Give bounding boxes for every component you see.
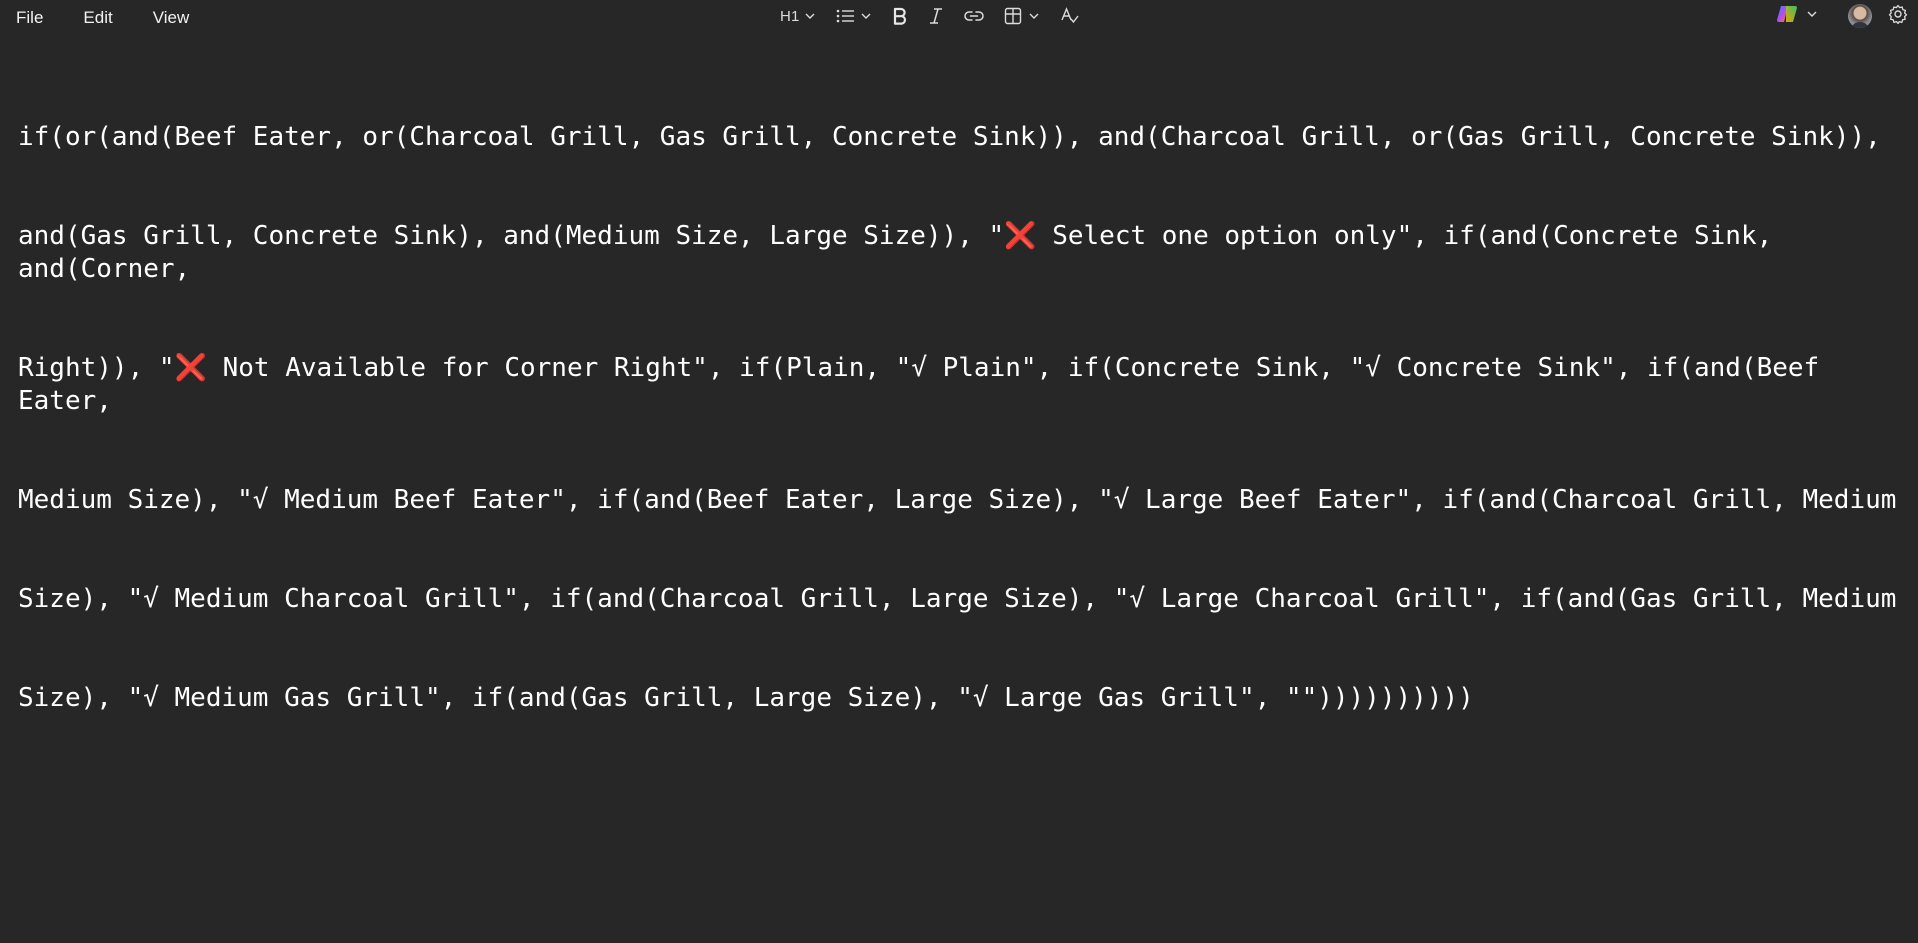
header-right: [1776, 0, 1908, 32]
editor-line: if(or(and(Beef Eater, or(Charcoal Grill,…: [18, 122, 1881, 152]
settings-icon: [1888, 4, 1908, 29]
heading-label: H1: [780, 7, 800, 25]
menu-edit[interactable]: Edit: [81, 6, 114, 30]
link-button[interactable]: [963, 2, 984, 30]
italic-button[interactable]: [928, 2, 944, 30]
editor-content[interactable]: if(or(and(Beef Eater, or(Charcoal Grill,…: [18, 55, 1898, 748]
list-dropdown[interactable]: [836, 2, 872, 30]
chevron-down-icon: [1806, 7, 1818, 25]
editor-line: Right)), "❌ Not Available for Corner Rig…: [18, 353, 1835, 416]
editor-line: and(Gas Grill, Concrete Sink), and(Mediu…: [18, 221, 1788, 284]
list-icon: [836, 8, 856, 24]
settings-button[interactable]: [1888, 4, 1908, 29]
menu-bar: File Edit View: [0, 0, 213, 36]
spellcheck-icon: [1060, 7, 1080, 25]
error-mark-icon: ❌: [1004, 221, 1037, 251]
italic-icon: [928, 7, 944, 25]
bold-button[interactable]: [892, 2, 908, 30]
editor-line: Medium Size), "√ Medium Beef Eater", if(…: [18, 485, 1897, 515]
editor-line: Size), "√ Medium Charcoal Grill", if(and…: [18, 584, 1897, 614]
bold-icon: [892, 7, 908, 25]
heading-dropdown[interactable]: H1: [780, 2, 816, 30]
editor-line: Size), "√ Medium Gas Grill", if(and(Gas …: [18, 683, 1474, 713]
copilot-icon: [1776, 4, 1798, 29]
copilot-dropdown[interactable]: [1776, 4, 1818, 29]
top-toolbar: File Edit View H1: [0, 0, 1918, 36]
chevron-down-icon: [1028, 10, 1040, 22]
chevron-down-icon: [860, 10, 872, 22]
menu-view[interactable]: View: [151, 6, 192, 30]
menu-file[interactable]: File: [14, 6, 45, 30]
table-icon: [1004, 7, 1022, 25]
table-dropdown[interactable]: [1004, 2, 1040, 30]
chevron-down-icon: [804, 10, 816, 22]
avatar[interactable]: [1848, 4, 1872, 28]
spellcheck-button[interactable]: [1060, 2, 1080, 30]
link-icon: [963, 9, 984, 23]
format-toolbar: H1: [780, 0, 1100, 32]
error-mark-icon: ❌: [174, 353, 207, 383]
